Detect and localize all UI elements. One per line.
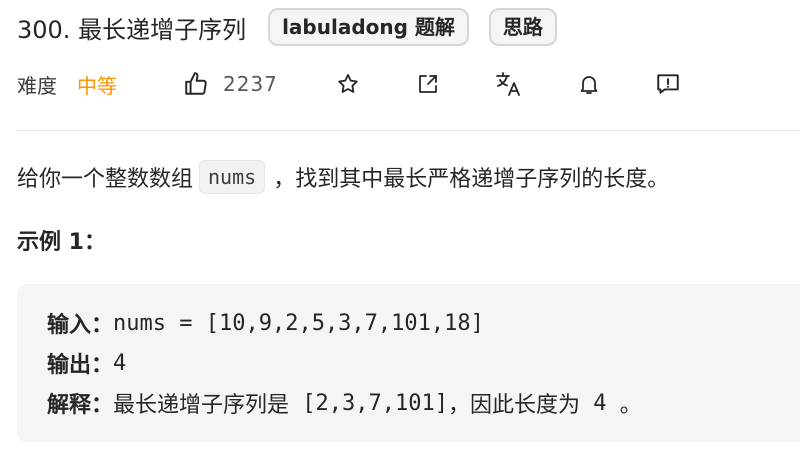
translate-icon (495, 71, 523, 97)
example-block: 输入： nums = [10,9,2,5,3,7,101,18] 输出： 4 解… (17, 284, 800, 442)
notify-button[interactable] (577, 66, 601, 102)
explanation-middle: ，因此长度为 (447, 393, 580, 418)
description-text-before: 给你一个整数数组 (17, 167, 194, 192)
share-button[interactable] (416, 66, 440, 102)
explanation-number: 4 (580, 390, 620, 416)
output-value: 4 (113, 350, 127, 376)
thumbs-up-icon (183, 71, 209, 97)
divider (17, 130, 800, 131)
explanation-prefix: 最长递增子序列是 (113, 393, 290, 418)
share-icon (416, 72, 440, 96)
like-count: 2237 (223, 72, 278, 96)
star-icon (336, 72, 360, 96)
difficulty-row: 难度 中等 (17, 66, 117, 102)
favorite-button[interactable] (336, 66, 360, 102)
difficulty-label: 难度 (17, 73, 57, 98)
hint-tag[interactable]: 思路 (488, 8, 557, 46)
input-label: 输入： (47, 313, 114, 338)
example-explanation-line: 解释： 最长递增子序列是 [2,3,7,101] ，因此长度为 4 。 (47, 387, 642, 419)
example-title: 示例 1： (17, 230, 106, 255)
like-button[interactable]: 2237 (183, 66, 278, 102)
explanation-label: 解释： (47, 393, 114, 418)
output-label: 输出： (47, 353, 114, 378)
problem-title: 300. 最长递增子序列 (17, 15, 247, 44)
labuladong-solution-tag[interactable]: labuladong 题解 (268, 8, 469, 46)
example-input-line: 输入： nums = [10,9,2,5,3,7,101,18] (47, 307, 484, 339)
problem-description: 给你一个整数数组 nums ，找到其中最长严格递增子序列的长度。 (17, 157, 669, 197)
description-text-after: ，找到其中最长严格递增子序列的长度。 (273, 167, 670, 192)
translate-button[interactable] (495, 66, 523, 102)
feedback-icon (655, 71, 681, 97)
bell-icon (577, 72, 601, 96)
inline-code-nums: nums (199, 160, 266, 194)
example-output-line: 输出： 4 (47, 347, 126, 379)
explanation-end: 。 (619, 393, 642, 418)
explanation-sequence: [2,3,7,101] (289, 390, 448, 416)
difficulty-badge: 中等 (77, 73, 117, 98)
input-value: nums = [10,9,2,5,3,7,101,18] (113, 310, 484, 336)
feedback-button[interactable] (655, 66, 681, 102)
title-row: 300. 最长递增子序列 labuladong 题解 思路 (17, 8, 557, 46)
